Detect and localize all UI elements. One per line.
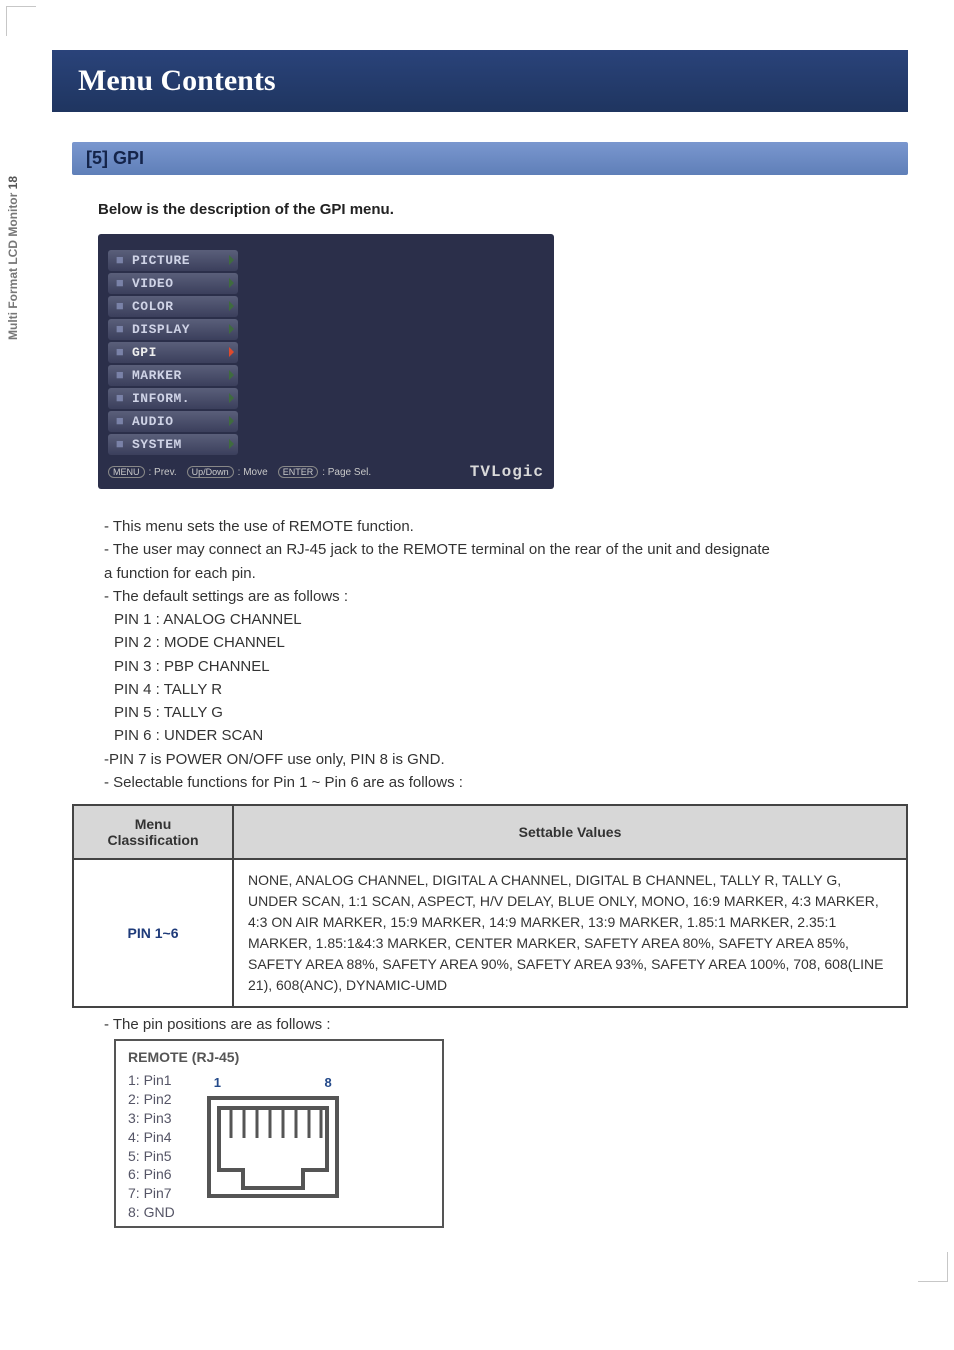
desc-line-2a: - The user may connect an RJ-45 jack to … [104, 538, 908, 561]
default-pin-6: PIN 6 : UNDER SCAN [114, 724, 908, 747]
chevron-right-icon [229, 278, 234, 288]
remote-pin-item: 5: Pin5 [128, 1147, 175, 1166]
gpi-icon: ■ [112, 345, 128, 360]
intro-text: Below is the description of the GPI menu… [98, 201, 908, 218]
rj45-jack-icon [203, 1092, 343, 1202]
display-icon: ■ [112, 322, 128, 337]
remote-pin-list: 1: Pin12: Pin23: Pin34: Pin45: Pin56: Pi… [128, 1071, 175, 1222]
section-header: [5] GPI [72, 142, 908, 175]
chevron-right-icon [229, 393, 234, 403]
chevron-right-icon [229, 324, 234, 334]
osd-tab-picture: ■ PICTURE [108, 250, 238, 271]
osd-tab-label: COLOR [132, 299, 174, 314]
osd-btn-updown: Up/Down [187, 466, 234, 478]
chevron-right-icon [229, 255, 234, 265]
table-header-values: Settable Values [233, 805, 907, 859]
osd-tab-label: DISPLAY [132, 322, 190, 337]
default-pin-1: PIN 1 : ANALOG CHANNEL [114, 608, 908, 631]
osd-tab-label: GPI [132, 345, 157, 360]
osd-tab-label: SYSTEM [132, 437, 182, 452]
osd-logo: TVLogic [470, 463, 544, 481]
description-block: - This menu sets the use of REMOTE funct… [104, 515, 908, 794]
remote-pin-item: 1: Pin1 [128, 1071, 175, 1090]
remote-pin-item: 7: Pin7 [128, 1184, 175, 1203]
desc-line-4: -PIN 7 is POWER ON/OFF use only, PIN 8 i… [104, 748, 908, 771]
system-icon: ■ [112, 437, 128, 452]
page-content: Menu Contents [5] GPI Below is the descr… [0, 0, 954, 1288]
chevron-right-icon [229, 439, 234, 449]
osd-hint-updown: Up/Down : Move [187, 466, 268, 478]
osd-tab-label: VIDEO [132, 276, 174, 291]
osd-tab-label: MARKER [132, 368, 182, 383]
osd-menu-screenshot: ■PICTURE■VIDEO■COLOR■DISPLAY■GPI■MARKER■… [98, 234, 554, 489]
osd-tab-color: ■ COLOR [108, 296, 238, 317]
section-header-text: [5] GPI [86, 148, 144, 168]
osd-tab-label: AUDIO [132, 414, 174, 429]
osd-tab-audio: ■ AUDIO [108, 411, 238, 432]
osd-hint-menu: MENU : Prev. [108, 466, 177, 478]
default-pin-4: PIN 4 : TALLY R [114, 678, 908, 701]
desc-line-3: - The default settings are as follows : [104, 585, 908, 608]
osd-hint-enter: ENTER : Page Sel. [278, 466, 371, 478]
chevron-right-icon [229, 416, 234, 426]
marker-icon: ■ [112, 368, 128, 383]
table-row-value: NONE, ANALOG CHANNEL, DIGITAL A CHANNEL,… [233, 859, 907, 1007]
audio-icon: ■ [112, 414, 128, 429]
chevron-right-icon [229, 370, 234, 380]
pin-positions-text: - The pin positions are as follows : [104, 1016, 908, 1033]
remote-pin-item: 2: Pin2 [128, 1090, 175, 1109]
default-pin-3: PIN 3 : PBP CHANNEL [114, 655, 908, 678]
osd-hint-menu-text: : Prev. [149, 467, 177, 478]
osd-tab-gpi: ■ GPI [108, 342, 238, 363]
picture-icon: ■ [112, 253, 128, 268]
settable-values-table: Menu Classification Settable Values PIN … [72, 804, 908, 1008]
rj45-pin-1-label: 1 [214, 1075, 221, 1090]
desc-line-5: - Selectable functions for Pin 1 ~ Pin 6… [104, 771, 908, 794]
page-title: Menu Contents [78, 64, 888, 98]
osd-btn-menu: MENU [108, 466, 145, 478]
osd-hint-enter-text: : Page Sel. [322, 467, 371, 478]
chevron-right-icon [229, 301, 234, 311]
rj45-pin-8-label: 8 [324, 1075, 331, 1090]
table-row-label: PIN 1~6 [73, 859, 233, 1007]
table-row: PIN 1~6 NONE, ANALOG CHANNEL, DIGITAL A … [73, 859, 907, 1007]
osd-footer: MENU : Prev. Up/Down : Move ENTER : Page… [108, 463, 544, 481]
table-header-classification: Menu Classification [73, 805, 233, 859]
osd-tab-marker: ■ MARKER [108, 365, 238, 386]
default-pin-2: PIN 2 : MODE CHANNEL [114, 631, 908, 654]
remote-pin-item: 6: Pin6 [128, 1165, 175, 1184]
video-icon: ■ [112, 276, 128, 291]
chevron-right-icon [229, 347, 234, 357]
remote-title: REMOTE (RJ-45) [128, 1049, 430, 1065]
osd-hint-updown-text: : Move [238, 467, 268, 478]
remote-pin-item: 8: GND [128, 1203, 175, 1222]
page-header: Menu Contents [52, 50, 908, 112]
remote-box: REMOTE (RJ-45) 1: Pin12: Pin23: Pin34: P… [114, 1039, 444, 1228]
default-pin-5: PIN 5 : TALLY G [114, 701, 908, 724]
osd-tab-video: ■ VIDEO [108, 273, 238, 294]
rj45-diagram: 1 8 [203, 1075, 343, 1202]
osd-tab-label: INFORM. [132, 391, 190, 406]
remote-pin-item: 3: Pin3 [128, 1109, 175, 1128]
inform-icon: ■ [112, 391, 128, 406]
osd-tab-system: ■ SYSTEM [108, 434, 238, 455]
osd-tab-display: ■ DISPLAY [108, 319, 238, 340]
desc-line-1: - This menu sets the use of REMOTE funct… [104, 515, 908, 538]
remote-pin-item: 4: Pin4 [128, 1128, 175, 1147]
osd-tab-label: PICTURE [132, 253, 190, 268]
color-icon: ■ [112, 299, 128, 314]
osd-btn-enter: ENTER [278, 466, 319, 478]
desc-line-2b: a function for each pin. [104, 562, 908, 585]
osd-tab-inform: ■ INFORM. [108, 388, 238, 409]
